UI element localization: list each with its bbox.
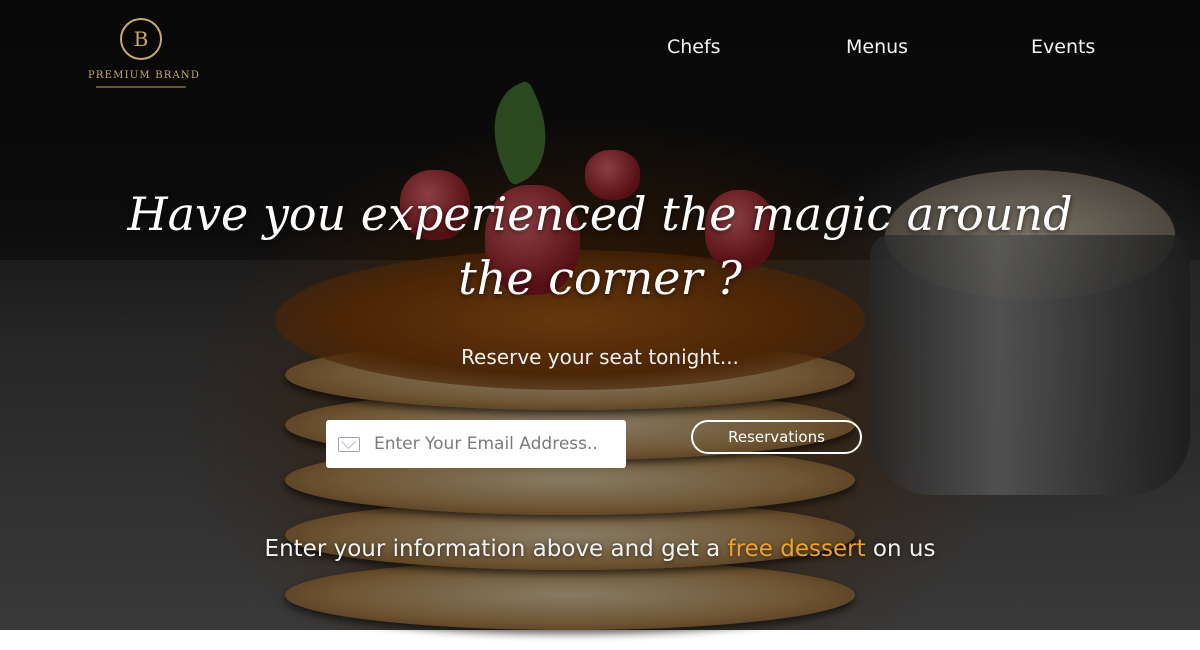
hero-headline: Have you experienced the magic around th…: [127, 187, 1073, 305]
nav-link-menus[interactable]: Menus: [846, 36, 908, 58]
promo-highlight: free dessert: [727, 536, 866, 562]
promo-text-after: on us: [865, 536, 936, 562]
promo-text: Enter your information above and get a f…: [0, 536, 1200, 562]
reservations-button[interactable]: Reservations: [691, 420, 862, 454]
nav-link-events[interactable]: Events: [1031, 36, 1095, 58]
logo-brand-name: PREMIUM BRAND: [88, 70, 201, 81]
hero-subline: Reserve your seat tonight...: [461, 345, 739, 369]
email-input[interactable]: [372, 433, 616, 455]
email-field[interactable]: [326, 420, 626, 468]
nav-link-chefs[interactable]: Chefs: [667, 36, 721, 58]
envelope-icon: [338, 436, 360, 452]
main-nav: Chefs Menus Events: [0, 36, 1200, 64]
promo-text-before: Enter your information above and get a: [264, 536, 728, 562]
logo-divider: [96, 86, 186, 88]
